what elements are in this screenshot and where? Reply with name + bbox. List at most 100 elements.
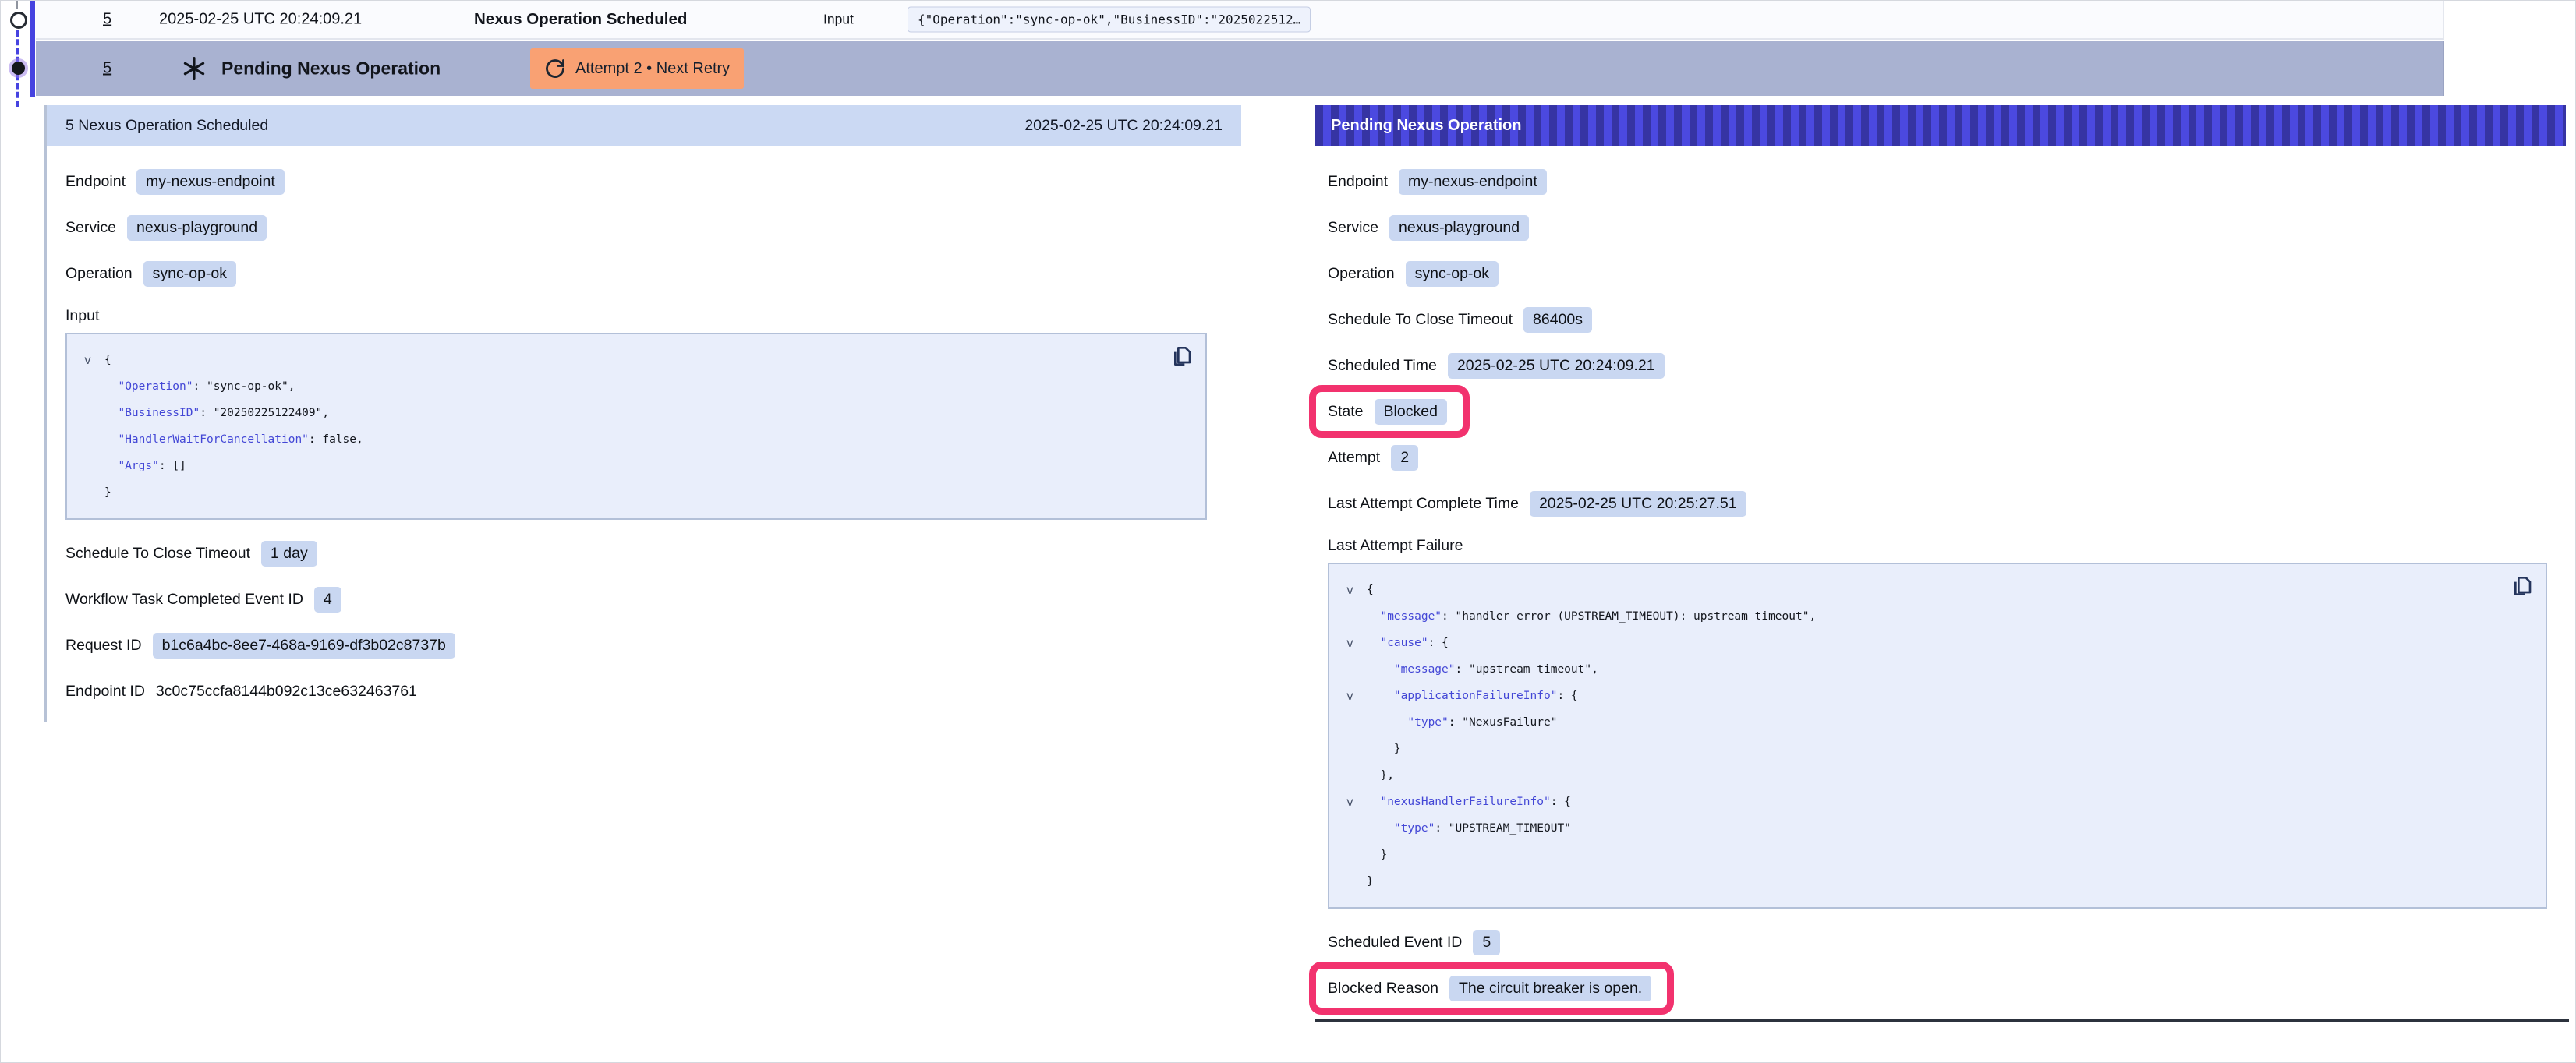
field-row: Schedule To Close Timeout86400s	[1328, 305, 2550, 334]
chevron-spacer	[78, 453, 104, 479]
json-key: "nexusHandlerFailureInfo"	[1380, 796, 1550, 808]
event-history-view: 5 2025-02-25 UTC 20:24:09.21 Nexus Opera…	[0, 0, 2576, 1063]
pending-event-id-link[interactable]: 5	[103, 60, 111, 78]
event-row[interactable]: 5 2025-02-25 UTC 20:24:09.21 Nexus Opera…	[36, 1, 2444, 40]
field-value-chip: nexus-playground	[1389, 215, 1529, 241]
field-label: Service	[65, 219, 116, 237]
selected-event-indicator-bar	[30, 1, 35, 97]
field-label: Endpoint	[1328, 173, 1388, 191]
json-key: "type"	[1407, 716, 1448, 729]
chevron-spacer	[1340, 736, 1367, 762]
field-label: Operation	[65, 265, 133, 283]
field-row: Schedule To Close Timeout1 day	[65, 539, 1226, 568]
json-key: "Operation"	[118, 380, 193, 393]
json-key: "applicationFailureInfo"	[1394, 690, 1558, 702]
code-line: v "cause": {	[1340, 630, 2502, 656]
field-value-chip: 2	[1391, 445, 1418, 471]
collapse-chevron-icon[interactable]: v	[1340, 683, 1367, 709]
json-key: "message"	[1394, 663, 1456, 676]
field-label: Operation	[1328, 265, 1395, 283]
field-label: Endpoint ID	[65, 683, 145, 701]
event-detail-panel: 5 Nexus Operation Scheduled 2025-02-25 U…	[44, 105, 1241, 722]
json-text: : "upstream timeout",	[1456, 663, 1598, 676]
field-value-chip: sync-op-ok	[1406, 261, 1499, 287]
code-line: "message": "upstream timeout",	[1340, 656, 2502, 683]
json-text	[104, 433, 118, 446]
json-text: : "20250225122409",	[200, 407, 329, 419]
retry-badge-label: Attempt 2 • Next Retry	[575, 60, 730, 78]
event-detail-timestamp: 2025-02-25 UTC 20:24:09.21	[1024, 117, 1223, 135]
chevron-spacer	[1340, 815, 1367, 842]
field-label: Workflow Task Completed Event ID	[65, 591, 303, 609]
field-row: Endpoint ID 3c0c75ccfa8144b092c13ce632463…	[65, 676, 1226, 706]
input-section-label: Input	[65, 307, 1226, 325]
field-label: Service	[1328, 219, 1378, 237]
json-text: : "NexusFailure"	[1449, 716, 1558, 729]
json-key: "message"	[1380, 610, 1442, 623]
field-row: Workflow Task Completed Event ID4	[65, 584, 1226, 614]
field-value-chip: my-nexus-endpoint	[1399, 169, 1547, 195]
json-text	[1367, 610, 1380, 623]
code-line: v "applicationFailureInfo": {	[1340, 683, 2502, 709]
field-value-chip: nexus-playground	[127, 215, 267, 241]
json-text: }	[104, 486, 111, 499]
chevron-spacer	[1340, 868, 1367, 895]
collapse-chevron-icon[interactable]: v	[78, 347, 104, 373]
code-line: },	[1340, 762, 2502, 789]
copy-button[interactable]	[2508, 574, 2533, 601]
chevron-spacer	[78, 400, 104, 426]
json-text	[1367, 663, 1394, 676]
field-value-chip: my-nexus-endpoint	[136, 169, 285, 195]
field-value-chip: 86400s	[1523, 307, 1592, 333]
panel-bottom-divider	[1315, 1019, 2569, 1022]
json-key: "type"	[1394, 822, 1435, 835]
field-value-chip: The circuit breaker is open.	[1449, 976, 1651, 1001]
event-detail-body: Endpoint my-nexus-endpoint Service nexus-pl…	[47, 146, 1241, 706]
field-row: Last Attempt Complete Time2025-02-25 UTC…	[1328, 489, 2550, 518]
field-label: Endpoint	[65, 173, 126, 191]
timeline-selected-node-icon[interactable]	[12, 62, 25, 75]
event-detail-header: 5 Nexus Operation Scheduled 2025-02-25 U…	[47, 105, 1241, 146]
field-value-chip: b1c6a4bc-8ee7-468a-9169-df3b02c8737b	[153, 633, 455, 659]
field-row: Operation sync-op-ok	[1328, 259, 2550, 288]
event-title: Nexus Operation Scheduled	[474, 10, 687, 29]
field-row: Scheduled Time2025-02-25 UTC 20:24:09.21	[1328, 351, 2550, 380]
collapse-chevron-icon[interactable]: v	[1340, 789, 1367, 815]
code-line: "HandlerWaitForCancellation": false,	[78, 426, 1162, 453]
field-value-chip: 2025-02-25 UTC 20:24:09.21	[1448, 353, 1665, 379]
json-text: : "handler error (UPSTREAM_TIMEOUT): ups…	[1442, 610, 1816, 623]
field-row: Operationsync-op-ok	[65, 259, 1226, 288]
chevron-spacer	[78, 479, 104, 506]
field-row: Service nexus-playground	[1328, 213, 2550, 242]
json-text: }	[1367, 743, 1401, 755]
code-line: "type": "NexusFailure"	[1340, 709, 2502, 736]
input-preview-chip[interactable]: {"Operation":"sync-op-ok","BusinessID":"…	[908, 7, 1311, 33]
pending-operation-title: Pending Nexus Operation	[1331, 117, 1521, 135]
chevron-spacer	[1340, 709, 1367, 736]
collapse-chevron-icon[interactable]: v	[1340, 577, 1367, 603]
json-text: {	[104, 354, 111, 366]
chevron-spacer	[1340, 603, 1367, 630]
field-value-link[interactable]: 3c0c75ccfa8144b092c13ce632463761	[156, 683, 417, 701]
json-text: : "sync-op-ok",	[193, 380, 295, 393]
code-line: }	[1340, 868, 2502, 895]
field-row: Blocked ReasonThe circuit breaker is ope…	[1328, 973, 2550, 1003]
field-row: Attempt2	[1328, 443, 2550, 472]
field-value-chip: 2025-02-25 UTC 20:25:27.51	[1530, 491, 1746, 517]
json-text: {	[1367, 584, 1374, 596]
field-row: Scheduled Event ID5	[1328, 927, 2550, 957]
field-value-chip: 5	[1473, 930, 1500, 955]
collapse-chevron-icon[interactable]: v	[1340, 630, 1367, 656]
json-text	[1367, 690, 1394, 702]
failure-code-block: v{ "message": "handler error (UPSTREAM_T…	[1328, 563, 2547, 909]
chevron-spacer	[78, 373, 104, 400]
copy-button[interactable]	[1168, 344, 1193, 371]
field-row: Request IDb1c6a4bc-8ee7-468a-9169-df3b02…	[65, 630, 1226, 660]
retry-status-badge: Attempt 2 • Next Retry	[530, 48, 744, 89]
highlight-annotation: StateBlocked	[1309, 385, 1470, 438]
timeline-open-node-icon[interactable]	[10, 12, 27, 29]
json-key: "HandlerWaitForCancellation"	[118, 433, 308, 446]
pending-event-row[interactable]: 5 Pending Nexus Operation Attempt 2 • Ne…	[36, 41, 2444, 96]
event-id-link[interactable]: 5	[103, 11, 111, 29]
field-row: Endpoint my-nexus-endpoint	[65, 167, 1226, 196]
